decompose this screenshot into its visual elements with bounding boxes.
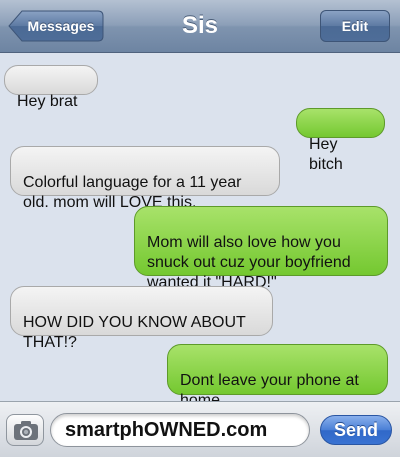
message-input[interactable]: smartphOWNED.com [50, 413, 310, 447]
message-thread: Hey brat Hey bitch Colorful language for… [0, 53, 400, 409]
message-text: Hey bitch [309, 136, 343, 173]
message-bubble-sent: Mom will also love how you snuck out cuz… [134, 206, 388, 291]
message-text: Mom will also love how you snuck out cuz… [147, 234, 351, 291]
send-button[interactable]: Send [320, 415, 392, 445]
message-bubble-received: Colorful language for a 11 year old. mom… [10, 146, 280, 211]
message-bubble-received: HOW DID YOU KNOW ABOUT THAT!? [10, 286, 273, 351]
navigation-bar: Messages Sis Edit [0, 0, 400, 53]
message-bubble-received: Hey brat [4, 65, 98, 110]
camera-icon [14, 421, 38, 440]
camera-button[interactable] [6, 414, 44, 446]
message-bubble-sent: Dont leave your phone at home... [167, 344, 388, 409]
message-composer: smartphOWNED.com Send [0, 401, 400, 457]
message-bubble-sent: Hey bitch [296, 108, 385, 173]
edit-button[interactable]: Edit [320, 10, 390, 42]
message-text: Hey brat [17, 93, 78, 110]
